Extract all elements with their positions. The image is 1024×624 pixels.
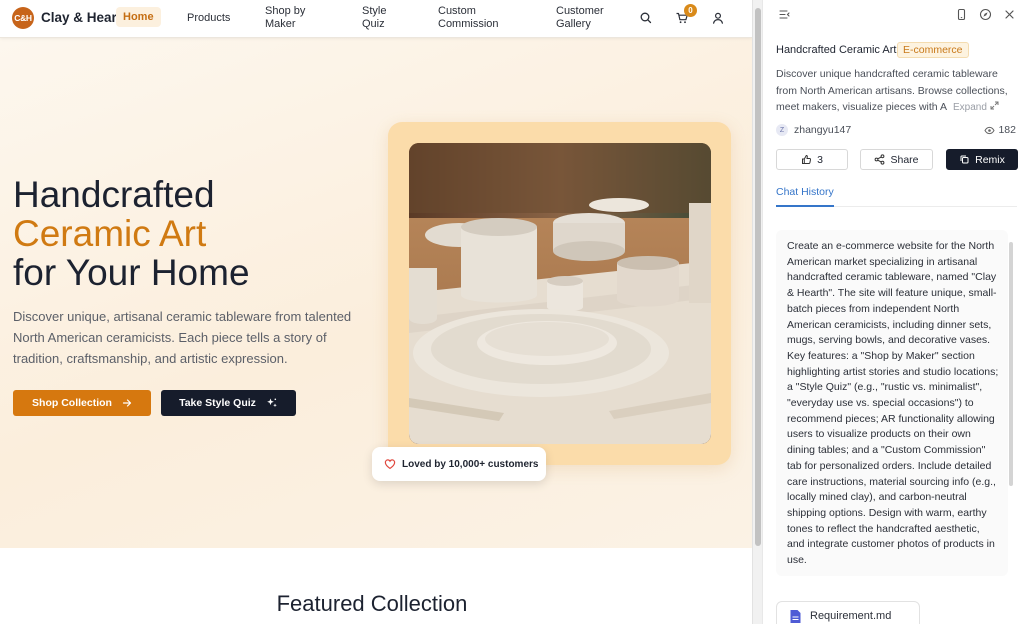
- hero-section: Handcrafted Ceramic Art for Your Home Di…: [0, 38, 752, 548]
- view-count-value: 182: [998, 124, 1016, 136]
- search-icon[interactable]: [639, 11, 653, 25]
- nav-customer-gallery[interactable]: Customer Gallery: [556, 5, 616, 31]
- side-panel: Handcrafted Ceramic Art E-commerce Disco…: [762, 0, 1024, 624]
- requirement-file-card[interactable]: Requirement.md: [776, 601, 920, 624]
- document-icon: [790, 609, 801, 623]
- screen: C&H Clay & Hearth Home Products Shop by …: [0, 0, 1024, 624]
- take-style-quiz-button[interactable]: Take Style Quiz: [161, 390, 296, 416]
- share-label: Share: [890, 153, 919, 166]
- cart-count-badge: 0: [684, 4, 697, 17]
- website-preview: C&H Clay & Hearth Home Products Shop by …: [0, 0, 752, 624]
- chat-message: Create an e-commerce website for the Nor…: [776, 230, 1008, 576]
- expand-label: Expand: [953, 102, 987, 113]
- page-scrollbar-thumb[interactable]: [755, 8, 761, 546]
- author-row[interactable]: Z zhangyu147: [776, 124, 851, 136]
- nav-products[interactable]: Products: [187, 12, 230, 25]
- shop-collection-label: Shop Collection: [32, 397, 112, 409]
- avatar: Z: [776, 124, 788, 136]
- file-name: Requirement.md: [810, 610, 892, 622]
- nav-home[interactable]: Home: [116, 7, 161, 27]
- loved-badge: Loved by 10,000+ customers: [372, 447, 546, 481]
- expand-link[interactable]: Expand: [949, 101, 999, 113]
- hero-title-line3: for Your Home: [13, 252, 250, 293]
- mobile-preview-icon[interactable]: [955, 8, 968, 21]
- ceramic-tableware-image: [409, 143, 711, 444]
- nav-style-quiz[interactable]: Style Quiz: [362, 5, 402, 31]
- collapse-panel-icon[interactable]: [778, 8, 791, 21]
- top-navbar: C&H Clay & Hearth Home Products Shop by …: [0, 0, 752, 38]
- share-button[interactable]: Share: [860, 149, 933, 170]
- like-button[interactable]: 3: [776, 149, 848, 170]
- shop-collection-button[interactable]: Shop Collection: [13, 390, 151, 416]
- copy-icon: [960, 155, 969, 164]
- page-scrollbar[interactable]: [752, 0, 762, 624]
- chat-scrollbar[interactable]: [1009, 242, 1013, 486]
- like-count: 3: [817, 153, 823, 166]
- nav-shop-by-maker[interactable]: Shop by Maker: [265, 5, 325, 31]
- logo-text[interactable]: Clay & Hearth: [41, 10, 116, 25]
- compass-icon[interactable]: [979, 8, 992, 21]
- arrow-right-icon: [122, 399, 132, 407]
- logo-badge[interactable]: C&H: [12, 7, 34, 29]
- view-count: 182: [984, 124, 1016, 136]
- ceramics-photo: [409, 143, 711, 444]
- loved-badge-text: Loved by 10,000+ customers: [402, 458, 539, 470]
- hero-title-line1: Handcrafted: [13, 174, 215, 215]
- remix-label: Remix: [975, 153, 1005, 166]
- remix-button[interactable]: Remix: [946, 149, 1018, 170]
- tab-chat-history[interactable]: Chat History: [776, 186, 834, 198]
- featured-collection-title: Featured Collection: [276, 591, 468, 616]
- user-icon[interactable]: [711, 11, 725, 25]
- eye-icon: [984, 126, 996, 134]
- project-title: Handcrafted Ceramic Art: [776, 44, 897, 56]
- close-icon[interactable]: [1003, 8, 1016, 21]
- hero-description: Discover unique, artisanal ceramic table…: [13, 309, 352, 366]
- take-style-quiz-label: Take Style Quiz: [179, 397, 256, 409]
- hero-title-line2: Ceramic Art: [13, 213, 207, 254]
- sparkles-icon: [267, 398, 277, 408]
- author-name: zhangyu147: [794, 124, 852, 136]
- category-tag[interactable]: E-commerce: [897, 42, 969, 58]
- thumbs-up-icon: [802, 154, 812, 164]
- featured-section: Featured Collection: [0, 548, 752, 624]
- share-icon: [875, 154, 885, 165]
- hero-image-frame: [388, 122, 731, 465]
- heart-icon: [384, 459, 396, 470]
- expand-arrows-icon: [990, 101, 999, 110]
- nav-custom-commission[interactable]: Custom Commission: [438, 5, 518, 31]
- active-tab-indicator: [776, 205, 834, 207]
